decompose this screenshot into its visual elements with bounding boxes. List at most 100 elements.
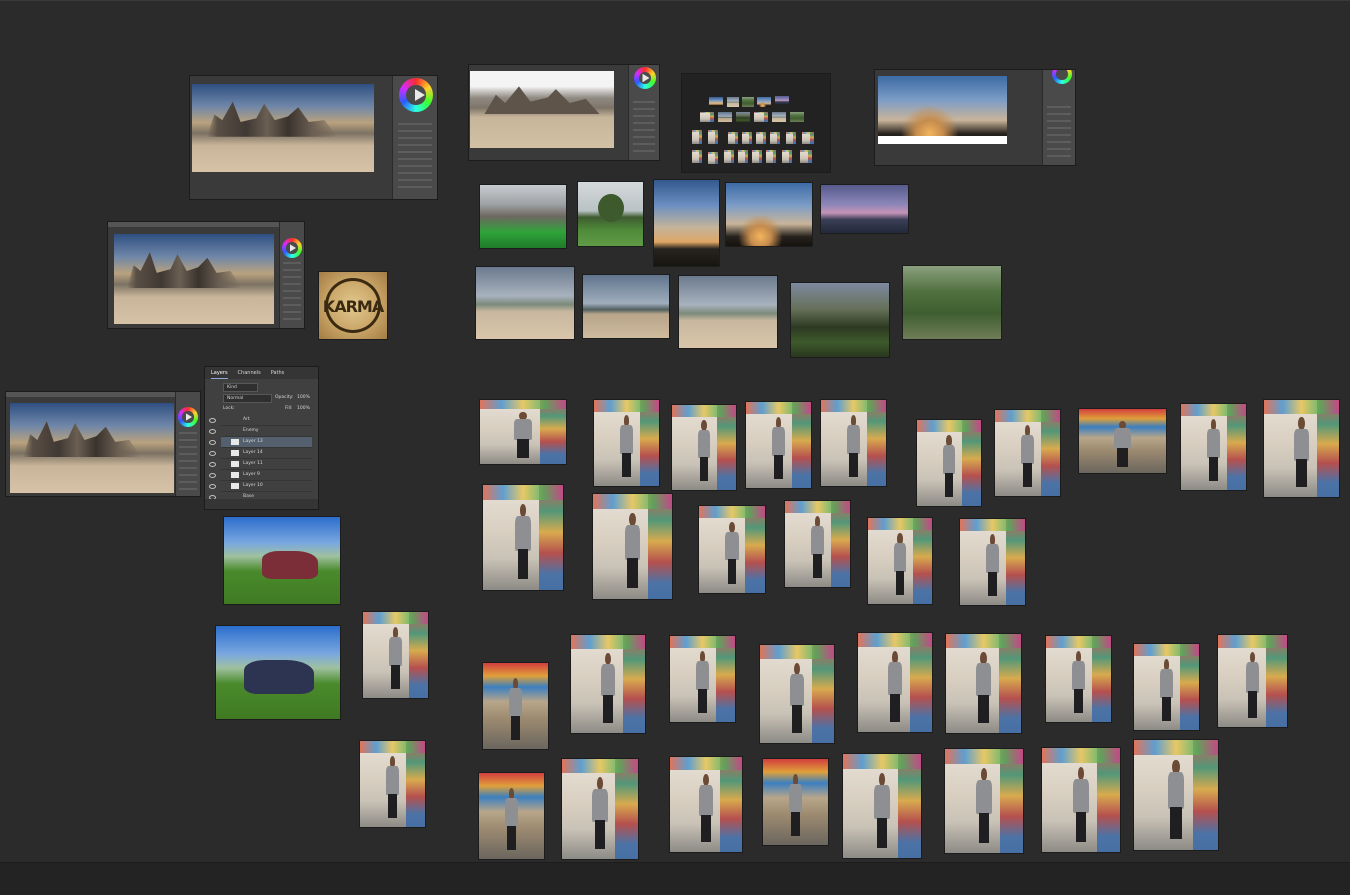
- photo-beach-shore[interactable]: [679, 276, 777, 348]
- pose-reference-photo[interactable]: [360, 741, 425, 827]
- layer-row[interactable]: Layer 14: [209, 448, 312, 459]
- tab-paths[interactable]: Paths: [271, 367, 285, 379]
- opacity-label: Opacity:: [275, 395, 294, 400]
- layers-panel-footer: [205, 499, 318, 509]
- gallery-thumb: [790, 112, 804, 122]
- photo-ruins-green-fence[interactable]: [480, 185, 566, 248]
- pose-reference-photo[interactable]: [917, 420, 981, 506]
- pose-reference-photo[interactable]: [763, 759, 828, 845]
- thumbnail-gallery[interactable]: [682, 74, 830, 172]
- person-figure: [591, 777, 609, 849]
- person-figure: [975, 651, 993, 724]
- pose-reference-photo[interactable]: [1134, 644, 1199, 730]
- eye-icon[interactable]: [209, 451, 216, 456]
- pose-reference-photo[interactable]: [483, 663, 548, 749]
- photo-horse-red-blanket[interactable]: [224, 517, 340, 604]
- photoshop-thumb-ruins-cutout[interactable]: [469, 65, 659, 160]
- eye-icon[interactable]: [209, 440, 216, 445]
- gallery-thumb: [724, 150, 734, 163]
- pose-reference-photo[interactable]: [843, 754, 921, 858]
- ruins-cutout-image: [470, 71, 614, 148]
- pose-reference-photo[interactable]: [746, 402, 811, 488]
- layers-panel-tabs: Layers Channels Paths: [205, 367, 318, 379]
- fill-value[interactable]: 100%: [297, 405, 310, 412]
- gallery-thumb: [770, 132, 780, 144]
- menu-bar: [108, 222, 304, 227]
- layers-panel[interactable]: Layers Channels Paths Kind Normal Opacit…: [205, 367, 318, 509]
- ruins-panorama-image: [192, 84, 374, 172]
- pose-reference-photo[interactable]: [363, 612, 428, 698]
- photoshop-thumb-ruins-figures[interactable]: [108, 222, 304, 328]
- pose-reference-photo[interactable]: [821, 400, 886, 486]
- photo-beach-cloudy[interactable]: [583, 275, 669, 338]
- layer-row[interactable]: Art: [209, 415, 312, 426]
- layer-thumbnail: [231, 450, 239, 456]
- pose-reference-photo[interactable]: [672, 405, 736, 490]
- photo-sand-dunes[interactable]: [476, 267, 574, 339]
- photoshop-thumb-sky-composite[interactable]: [875, 70, 1075, 165]
- pose-reference-photo[interactable]: [946, 634, 1021, 733]
- karma-logo[interactable]: KARMA: [319, 272, 387, 339]
- photo-dusk-sea[interactable]: [821, 185, 908, 233]
- pose-reference-photo[interactable]: [1134, 740, 1218, 850]
- person-figure: [846, 415, 862, 478]
- person-figure: [941, 435, 956, 498]
- pose-reference-photo[interactable]: [1218, 635, 1287, 727]
- photo-forest-garden[interactable]: [791, 283, 889, 357]
- pose-reference-photo[interactable]: [785, 501, 850, 587]
- person-figure: [619, 415, 635, 478]
- photo-cloudy-sky[interactable]: [654, 180, 719, 266]
- gallery-thumb: [782, 150, 792, 163]
- person-figure: [695, 651, 711, 714]
- pose-reference-photo[interactable]: [483, 485, 563, 590]
- tab-channels[interactable]: Channels: [238, 367, 261, 379]
- layer-row-selected[interactable]: Layer 13: [209, 437, 312, 448]
- pose-reference-photo[interactable]: [760, 645, 834, 743]
- pose-reference-photo[interactable]: [1079, 409, 1166, 473]
- pose-reference-photo[interactable]: [945, 749, 1023, 853]
- pose-reference-photo[interactable]: [480, 400, 566, 464]
- pose-reference-photo[interactable]: [1042, 748, 1120, 852]
- photo-sunset-sky[interactable]: [726, 183, 812, 246]
- eye-icon[interactable]: [209, 462, 216, 467]
- tab-layers[interactable]: Layers: [211, 367, 228, 379]
- pose-reference-photo[interactable]: [868, 518, 932, 604]
- layer-row[interactable]: Layer 10: [209, 481, 312, 492]
- layer-filter-select[interactable]: Kind: [223, 383, 258, 392]
- pose-reference-photo[interactable]: [699, 506, 765, 593]
- photo-forest-path[interactable]: [903, 266, 1001, 339]
- eye-icon[interactable]: [209, 418, 216, 423]
- layer-row[interactable]: Layer 9: [209, 470, 312, 481]
- photo-horse-blue-blanket[interactable]: [216, 626, 340, 719]
- pose-reference-photo[interactable]: [1046, 636, 1111, 722]
- pose-reference-photo[interactable]: [479, 773, 544, 859]
- photoshop-thumb-ruins-crowd[interactable]: [6, 392, 200, 496]
- pose-reference-photo[interactable]: [571, 635, 645, 733]
- play-icon: [290, 244, 296, 252]
- person-figure: [771, 417, 787, 480]
- eye-icon[interactable]: [209, 473, 216, 478]
- pose-reference-photo[interactable]: [960, 519, 1025, 605]
- pose-reference-photo[interactable]: [995, 410, 1060, 496]
- pose-reference-photo[interactable]: [1264, 400, 1339, 497]
- photoshop-thumb-ruins-panorama[interactable]: [190, 76, 437, 199]
- eye-icon[interactable]: [209, 484, 216, 489]
- person-figure: [873, 772, 892, 848]
- pose-reference-photo[interactable]: [858, 633, 932, 732]
- person-figure: [1072, 766, 1091, 842]
- pose-reference-photo[interactable]: [594, 400, 659, 486]
- pose-reference-photo[interactable]: [670, 636, 735, 722]
- pose-reference-photo[interactable]: [562, 759, 638, 859]
- pose-reference-photo[interactable]: [670, 757, 742, 852]
- pose-reference-photo[interactable]: [1181, 404, 1246, 490]
- layer-name: Layer 11: [243, 461, 263, 466]
- layer-row[interactable]: Layer 11: [209, 459, 312, 470]
- moodboard-canvas[interactable]: Layers Channels Paths Kind Normal Opacit…: [0, 0, 1350, 863]
- photo-tree-field[interactable]: [578, 182, 643, 246]
- layer-row[interactable]: Enemy: [209, 426, 312, 437]
- fill-label: Fill:: [285, 406, 293, 411]
- opacity-value[interactable]: 100%: [297, 394, 310, 401]
- blend-mode-select[interactable]: Normal: [223, 394, 272, 403]
- eye-icon[interactable]: [209, 429, 216, 434]
- pose-reference-photo[interactable]: [593, 494, 672, 599]
